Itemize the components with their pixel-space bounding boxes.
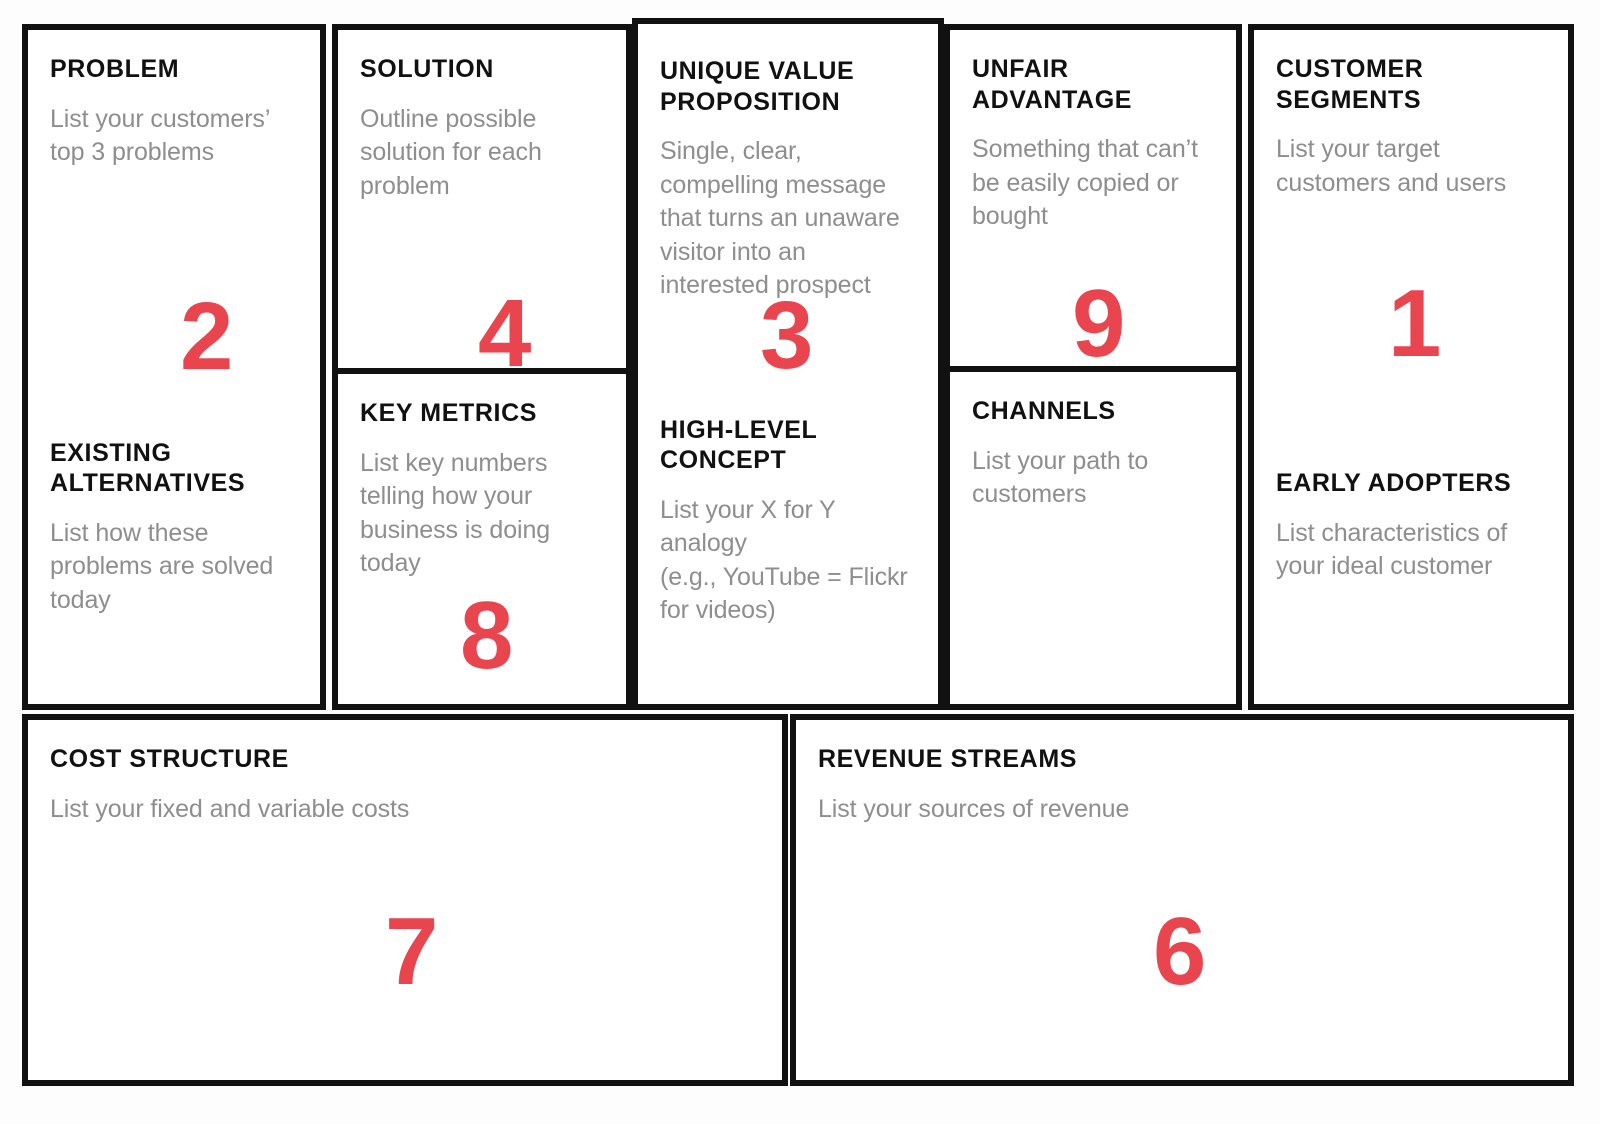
problem-step-number: 2 — [180, 283, 234, 390]
block-revenue-streams[interactable]: REVENUE STREAMS List your sources of rev… — [790, 714, 1574, 1086]
section-existing-alternatives: EXISTING ALTERNATIVES List how these pro… — [50, 438, 298, 618]
existing-alternatives-title: EXISTING ALTERNATIVES — [50, 438, 246, 498]
channels-title: CHANNELS — [972, 397, 1116, 425]
high-level-concept-description: List your X for Y analogy (e.g., YouTube… — [660, 495, 908, 625]
channels-description: List your path to customers — [972, 446, 1149, 509]
key-metrics-step-number: 8 — [460, 582, 514, 689]
solution-description: Outline possible solution for each probl… — [360, 104, 542, 200]
customer-segments-title: CUSTOMER SEGMENTS — [1276, 55, 1424, 114]
section-unique-value-proposition: UNIQUE VALUE PROPOSITION Single, clear, … — [660, 56, 916, 384]
revenue-streams-description: List your sources of revenue — [818, 794, 1130, 823]
section-customer-segments: CUSTOMER SEGMENTS List your target custo… — [1276, 54, 1546, 372]
early-adopters-title: EARLY ADOPTERS — [1276, 469, 1512, 497]
customer-segments-description: List your target customers and users — [1276, 135, 1507, 197]
block-solution[interactable]: SOLUTION Outline possible solution for e… — [332, 24, 632, 374]
revenue-streams-step-number: 6 — [1153, 898, 1207, 1005]
cost-structure-step-number: 7 — [385, 898, 439, 1005]
revenue-streams-title: REVENUE STREAMS — [818, 745, 1078, 773]
section-revenue-streams: REVENUE STREAMS List your sources of rev… — [818, 744, 1546, 1000]
high-level-concept-title: HIGH-LEVEL CONCEPT — [660, 415, 817, 475]
unfair-advantage-title: UNFAIR ADVANTAGE — [972, 55, 1133, 114]
key-metrics-title: KEY METRICS — [360, 399, 537, 427]
section-cost-structure: COST STRUCTURE List your fixed and varia… — [50, 744, 760, 1000]
customer-segments-step-number: 1 — [1388, 270, 1442, 377]
uvp-description: Single, clear, compelling message that t… — [660, 137, 900, 299]
section-solution: SOLUTION Outline possible solution for e… — [360, 54, 604, 368]
section-key-metrics: KEY METRICS List key numbers telling how… — [360, 398, 604, 684]
section-high-level-concept: HIGH-LEVEL CONCEPT List your X for Y ana… — [660, 415, 916, 628]
uvp-step-number: 3 — [760, 282, 814, 389]
block-unfair-advantage[interactable]: UNFAIR ADVANTAGE Something that can’t be… — [944, 24, 1242, 372]
cost-structure-title: COST STRUCTURE — [50, 745, 289, 773]
block-unique-value-proposition[interactable]: UNIQUE VALUE PROPOSITION Single, clear, … — [632, 18, 944, 710]
early-adopters-description: List characteristics of your ideal custo… — [1276, 518, 1508, 581]
block-channels[interactable]: CHANNELS List your path to customers — [944, 372, 1242, 710]
uvp-title: UNIQUE VALUE PROPOSITION — [660, 57, 855, 116]
section-problem: PROBLEM List your customers’ top 3 probl… — [50, 54, 298, 385]
lean-canvas: PROBLEM List your customers’ top 3 probl… — [0, 0, 1600, 1124]
existing-alternatives-description: List how these problems are solved today — [50, 518, 274, 614]
section-channels: CHANNELS List your path to customers — [972, 396, 1214, 512]
key-metrics-description: List key numbers telling how your busine… — [360, 448, 551, 578]
block-problem[interactable]: PROBLEM List your customers’ top 3 probl… — [22, 24, 326, 710]
problem-title: PROBLEM — [50, 55, 180, 83]
block-cost-structure[interactable]: COST STRUCTURE List your fixed and varia… — [22, 714, 788, 1086]
block-key-metrics[interactable]: KEY METRICS List key numbers telling how… — [332, 374, 632, 710]
solution-title: SOLUTION — [360, 55, 494, 83]
unfair-advantage-step-number: 9 — [1072, 270, 1126, 372]
solution-step-number: 4 — [478, 280, 532, 374]
problem-description: List your customers’ top 3 problems — [50, 104, 270, 167]
section-unfair-advantage: UNFAIR ADVANTAGE Something that can’t be… — [972, 54, 1214, 366]
cost-structure-description: List your fixed and variable costs — [50, 794, 410, 823]
unfair-advantage-description: Something that can’t be easily copied or… — [972, 135, 1198, 230]
block-customer-segments[interactable]: CUSTOMER SEGMENTS List your target custo… — [1248, 24, 1574, 710]
section-early-adopters: EARLY ADOPTERS List characteristics of y… — [1276, 468, 1546, 584]
